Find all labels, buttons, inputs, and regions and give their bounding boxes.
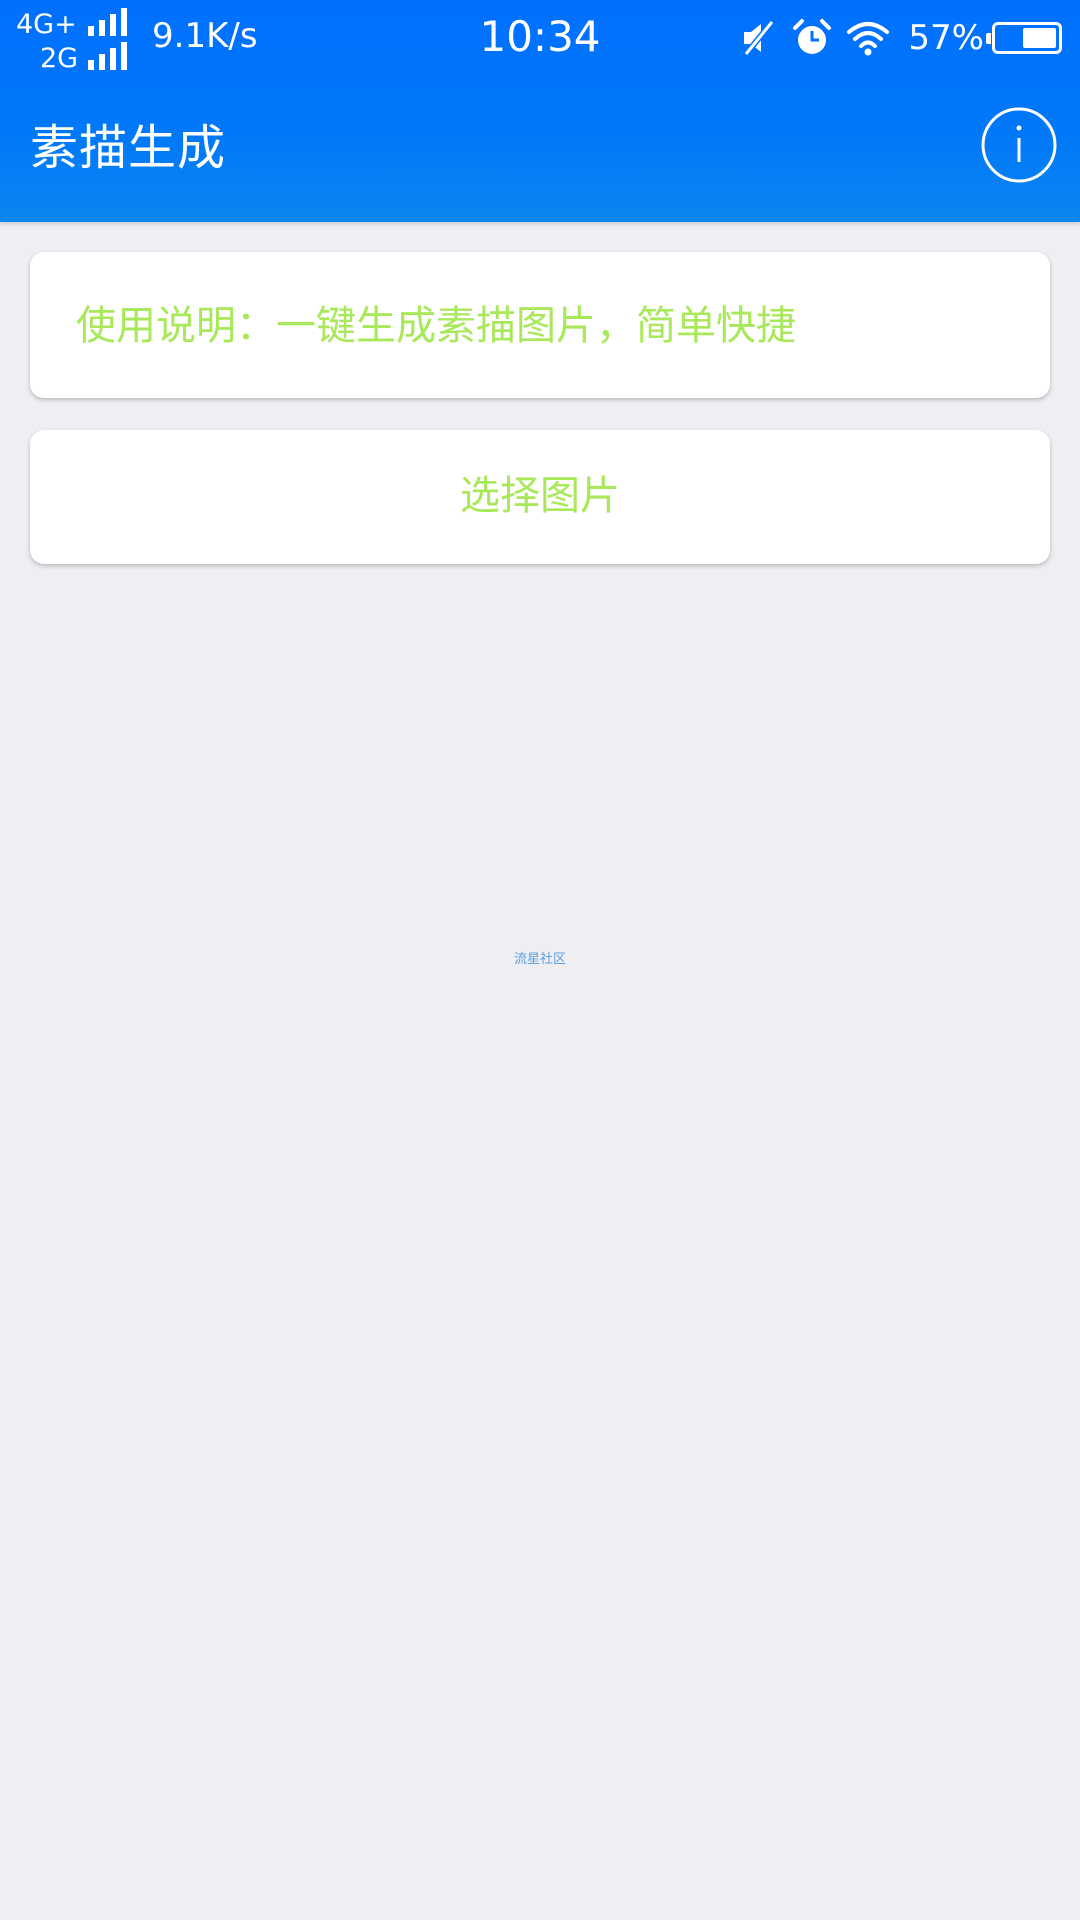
battery-level [1023, 28, 1056, 48]
select-image-button[interactable]: 选择图片 [30, 430, 1050, 564]
watermark-text: 流星社区 [513, 952, 566, 967]
status-icons: 57% [738, 16, 1062, 60]
app-title: 素描生成 [30, 120, 227, 176]
wifi-icon [847, 22, 890, 56]
instructions-text: 使用说明：一键生成素描图片，简单快捷 [76, 303, 796, 349]
header: 4G+ 2G 9.1K/s 10:34 57% 素描生成 [0, 0, 1080, 222]
alarm-icon [793, 19, 832, 54]
mute-icon [744, 20, 775, 56]
select-image-label: 选择图片 [460, 473, 620, 519]
battery-percent: 57% [908, 18, 984, 58]
info-icon[interactable] [980, 106, 1058, 184]
instructions-card: 使用说明：一键生成素描图片，简单快捷 [30, 252, 1050, 398]
battery-icon [986, 22, 1062, 54]
status-bar: 4G+ 2G 9.1K/s 10:34 57% [0, 0, 1080, 76]
